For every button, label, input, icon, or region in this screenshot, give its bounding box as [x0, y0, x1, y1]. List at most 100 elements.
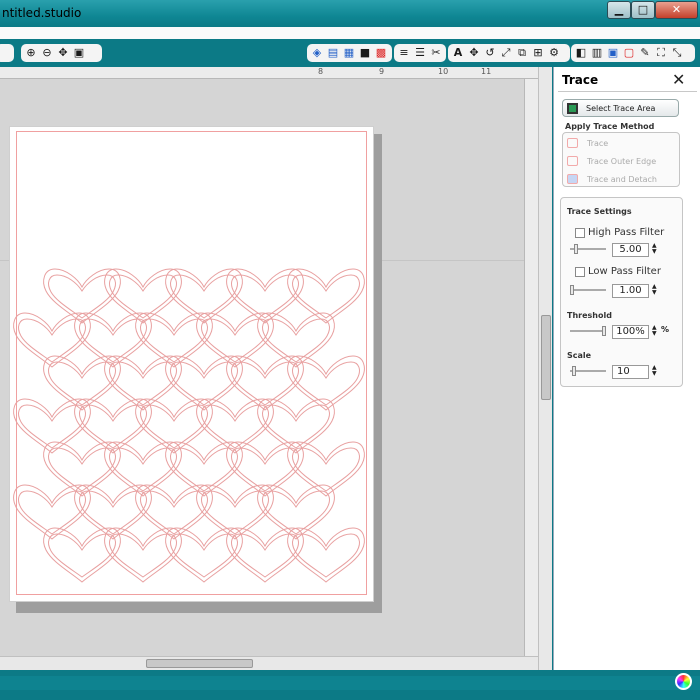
- trace-method-outer-edge[interactable]: Trace Outer Edge: [567, 156, 656, 166]
- high-pass-row[interactable]: High Pass Filter: [575, 227, 664, 238]
- heart-shape[interactable]: [140, 490, 208, 535]
- heart-shape[interactable]: [226, 268, 304, 324]
- store-icon[interactable]: ▢: [622, 46, 636, 60]
- scale-value-field[interactable]: 10: [612, 365, 649, 379]
- slider-knob[interactable]: [570, 285, 574, 295]
- horizontal-scroll-thumb[interactable]: [146, 659, 253, 668]
- heart-shape[interactable]: [262, 318, 330, 363]
- threshold-spinner[interactable]: ▲ ▼: [652, 325, 657, 337]
- expand-icon[interactable]: ⛶: [654, 46, 668, 60]
- heart-shape[interactable]: [109, 361, 177, 406]
- scale-slider[interactable]: [570, 366, 606, 376]
- fill-icon[interactable]: ■: [358, 46, 372, 60]
- low-pass-spinner[interactable]: ▲ ▼: [652, 284, 657, 296]
- heart-shape[interactable]: [287, 268, 365, 324]
- heart-lattice-design[interactable]: [10, 127, 375, 603]
- zoom-in-icon[interactable]: ⊕: [24, 46, 38, 60]
- heart-shape[interactable]: [79, 318, 147, 363]
- replicate-icon[interactable]: ↺: [483, 46, 497, 60]
- high-pass-spinner[interactable]: ▲ ▼: [652, 243, 657, 255]
- text-icon[interactable]: A: [451, 46, 465, 60]
- heart-shape[interactable]: [170, 447, 238, 492]
- heart-shape[interactable]: [170, 361, 238, 406]
- knife-icon[interactable]: ✂: [429, 46, 443, 60]
- low-pass-value-field[interactable]: 1.00: [612, 284, 649, 298]
- heart-shape[interactable]: [262, 404, 330, 449]
- heart-shape[interactable]: [201, 490, 269, 535]
- pen-icon[interactable]: ✎: [638, 46, 652, 60]
- heart-shape[interactable]: [18, 404, 86, 449]
- scale-spinner[interactable]: ▲ ▼: [652, 365, 657, 377]
- threshold-slider[interactable]: [570, 326, 606, 336]
- heart-shape[interactable]: [48, 533, 116, 578]
- low-pass-row[interactable]: Low Pass Filter: [575, 266, 661, 277]
- trace-method-trace[interactable]: Trace: [567, 138, 608, 148]
- heart-shape[interactable]: [292, 361, 360, 406]
- heart-shape[interactable]: [140, 404, 208, 449]
- grid-icon[interactable]: ◈: [310, 46, 324, 60]
- line-weight-icon[interactable]: ☰: [413, 46, 427, 60]
- heart-shape[interactable]: [231, 533, 299, 578]
- canvas-workspace[interactable]: 8 9 10 11: [0, 67, 552, 670]
- heart-shape[interactable]: [231, 274, 299, 319]
- minimize-button[interactable]: ▁: [607, 1, 631, 19]
- high-pass-value-field[interactable]: 5.00: [612, 243, 649, 257]
- high-pass-checkbox[interactable]: [575, 227, 585, 238]
- color-wheel-icon[interactable]: [675, 673, 692, 690]
- registration-icon[interactable]: ▩: [374, 46, 388, 60]
- heart-shape[interactable]: [79, 490, 147, 535]
- horizontal-scrollbar[interactable]: [0, 656, 538, 670]
- heart-shape[interactable]: [292, 274, 360, 319]
- transform-icon[interactable]: ⤢: [499, 46, 513, 60]
- heart-shape[interactable]: [170, 533, 238, 578]
- slider-knob[interactable]: [602, 326, 606, 336]
- select-trace-area-button[interactable]: Select Trace Area: [562, 99, 679, 117]
- heart-shape[interactable]: [140, 318, 208, 363]
- heart-shape[interactable]: [292, 533, 360, 578]
- fullscreen-icon[interactable]: ⤡: [670, 46, 684, 60]
- heart-shape[interactable]: [201, 404, 269, 449]
- fit-page-icon[interactable]: ▣: [72, 46, 86, 60]
- slider-knob[interactable]: [572, 366, 576, 376]
- pan-icon[interactable]: ✥: [56, 46, 70, 60]
- library-icon[interactable]: ▣: [606, 46, 620, 60]
- heart-shape[interactable]: [43, 268, 121, 324]
- line-style-icon[interactable]: ≡: [397, 46, 411, 60]
- low-pass-checkbox[interactable]: [575, 266, 585, 277]
- slider-knob[interactable]: [574, 244, 578, 254]
- vertical-scrollbar[interactable]: [538, 67, 552, 670]
- panel-close-icon[interactable]: ✕: [672, 70, 685, 89]
- heart-shape[interactable]: [48, 274, 116, 319]
- layers-icon[interactable]: ▥: [590, 46, 604, 60]
- heart-shape[interactable]: [231, 361, 299, 406]
- offset-icon[interactable]: ⚙: [547, 46, 561, 60]
- trace-icon[interactable]: ◧: [574, 46, 588, 60]
- heart-shape[interactable]: [109, 274, 177, 319]
- cutting-mat-page[interactable]: [9, 126, 374, 602]
- heart-shape[interactable]: [79, 404, 147, 449]
- cut-settings-icon[interactable]: ▦: [342, 46, 356, 60]
- maximize-button[interactable]: □: [631, 1, 655, 19]
- heart-shape[interactable]: [104, 268, 182, 324]
- heart-shape[interactable]: [18, 318, 86, 363]
- heart-shape[interactable]: [292, 447, 360, 492]
- high-pass-slider[interactable]: [570, 244, 606, 254]
- trace-method-detach[interactable]: Trace and Detach: [567, 174, 657, 184]
- shape-icon[interactable]: ✥: [467, 46, 481, 60]
- zoom-out-icon[interactable]: ⊖: [40, 46, 54, 60]
- heart-shape[interactable]: [109, 533, 177, 578]
- heart-shape[interactable]: [262, 490, 330, 535]
- heart-shape[interactable]: [48, 361, 116, 406]
- page-setup-icon[interactable]: ▤: [326, 46, 340, 60]
- close-button[interactable]: ✕: [655, 1, 698, 19]
- threshold-value-field[interactable]: 100%: [612, 325, 649, 339]
- weld-icon[interactable]: ⊞: [531, 46, 545, 60]
- vertical-scroll-thumb[interactable]: [541, 315, 551, 400]
- heart-shape[interactable]: [201, 318, 269, 363]
- heart-shape[interactable]: [48, 447, 116, 492]
- heart-shape[interactable]: [109, 447, 177, 492]
- low-pass-slider[interactable]: [570, 285, 606, 295]
- heart-shape[interactable]: [18, 490, 86, 535]
- heart-shape[interactable]: [231, 447, 299, 492]
- heart-shape[interactable]: [170, 274, 238, 319]
